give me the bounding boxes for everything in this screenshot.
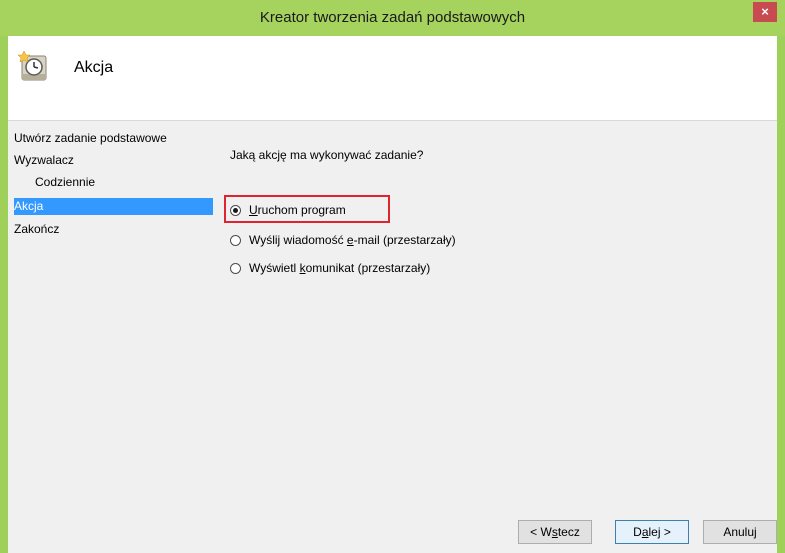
option-label: Wyświetl komunikat (przestarzały) <box>249 261 431 275</box>
next-button[interactable]: Dalej > <box>615 520 689 544</box>
wizard-steps-sidebar: Utwórz zadanie podstawowe Wyzwalacz Codz… <box>8 121 213 553</box>
option-start-program[interactable]: Uruchom program <box>230 201 346 219</box>
step-trigger[interactable]: Wyzwalacz <box>14 152 74 169</box>
option-display-message[interactable]: Wyświetl komunikat (przestarzały) <box>230 259 430 277</box>
radio-display-message[interactable] <box>230 262 241 274</box>
radio-start-program[interactable] <box>230 204 241 216</box>
wizard-header: Akcja <box>8 36 777 121</box>
close-icon: × <box>761 4 769 19</box>
option-label: Wyślij wiadomość e-mail (przestarzały) <box>249 233 456 247</box>
option-label: Uruchom program <box>249 203 346 217</box>
wizard-body: Utwórz zadanie podstawowe Wyzwalacz Codz… <box>8 121 777 553</box>
step-finish[interactable]: Zakończ <box>14 221 59 238</box>
step-daily[interactable]: Codziennie <box>35 174 95 191</box>
cancel-button[interactable]: Anuluj <box>703 520 777 544</box>
window-title: Kreator tworzenia zadań podstawowych <box>259 9 526 26</box>
close-button[interactable]: × <box>753 2 777 22</box>
option-send-email[interactable]: Wyślij wiadomość e-mail (przestarzały) <box>230 231 456 249</box>
page-title: Akcja <box>74 59 114 76</box>
step-action[interactable]: Akcja <box>14 198 213 215</box>
task-scheduler-icon <box>18 50 47 81</box>
action-question: Jaką akcję ma wykonywać zadanie? <box>230 148 424 162</box>
radio-send-email[interactable] <box>230 234 241 246</box>
step-create-basic-task[interactable]: Utwórz zadanie podstawowe <box>14 130 167 147</box>
back-button[interactable]: < Wstecz <box>518 520 592 544</box>
title-bar[interactable]: Kreator tworzenia zadań podstawowych × <box>0 0 785 36</box>
